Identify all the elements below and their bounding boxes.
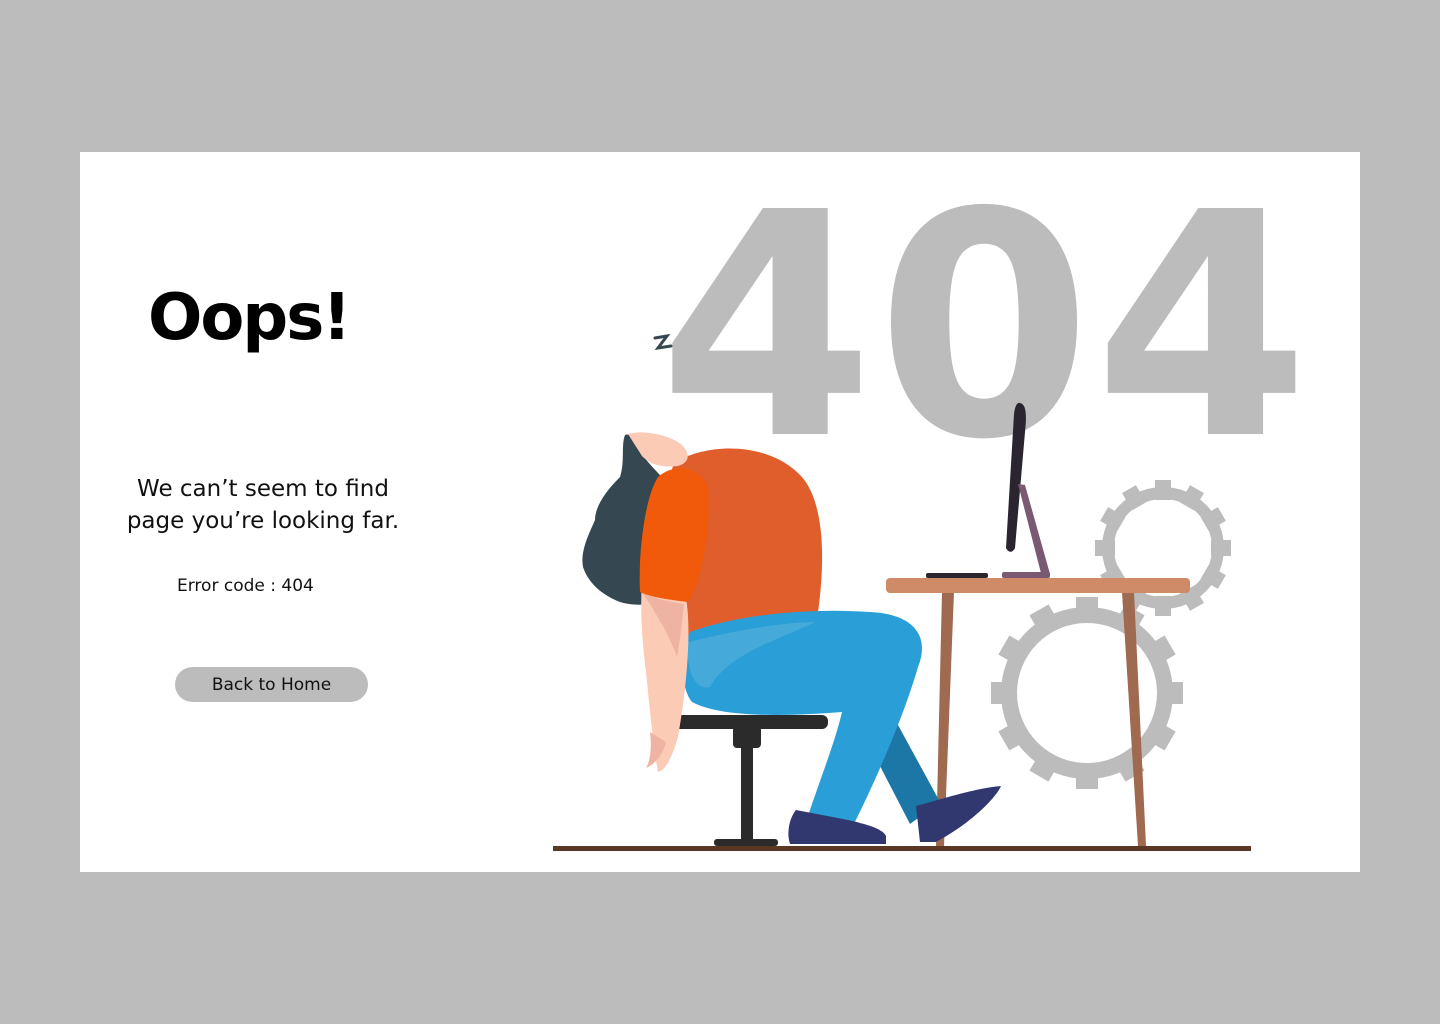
illustration: 404 bbox=[553, 152, 1310, 851]
floor-line bbox=[553, 846, 1251, 851]
error-card: Oops! We can’t seem to find page you’re … bbox=[80, 152, 1360, 872]
gear-icon bbox=[991, 597, 1183, 789]
